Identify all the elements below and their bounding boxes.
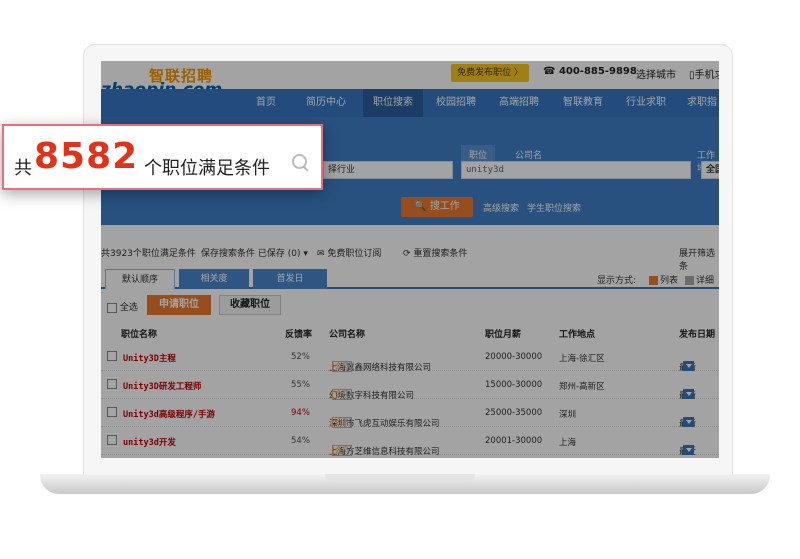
detail-icon bbox=[685, 276, 694, 285]
main-nav: 首页 简历中心 职位搜索 校园招聘 高端招聘 智联教育 行业求职 求职指 bbox=[101, 89, 719, 117]
callout-suffix: 个职位满足条件 bbox=[144, 158, 270, 179]
expand-arrow-icon[interactable] bbox=[683, 445, 694, 455]
select-all-label: 全选 bbox=[119, 303, 138, 313]
view-list-label: 列表 bbox=[660, 276, 679, 286]
city-select[interactable]: 选择城市 bbox=[636, 66, 676, 81]
table-row[interactable]: Unity3D主程 52% 上海冀鑫网络科技有限公司 会员 20000-30000… bbox=[101, 343, 719, 373]
row-checkbox[interactable] bbox=[107, 351, 117, 361]
col-title: 职位名称 bbox=[121, 330, 158, 340]
job-title-link[interactable]: Unity3d高级程序/手游 bbox=[123, 408, 215, 420]
nav-highend[interactable]: 高端招聘 bbox=[489, 89, 549, 117]
nav-campus[interactable]: 校园招聘 bbox=[426, 89, 486, 117]
post-date: 最近 bbox=[679, 436, 696, 457]
callout-prefix: 共 bbox=[14, 158, 32, 179]
salary: 15000-30000 bbox=[485, 380, 543, 390]
table-row[interactable]: Unity3D研发工程师 55% 幻境数字科技有限公司 会员 15000-3000… bbox=[101, 371, 719, 401]
industry-field[interactable]: 择行业 bbox=[323, 161, 453, 179]
hotline: ☎ 400-885-9898 bbox=[543, 66, 637, 77]
col-company: 公司名称 bbox=[329, 330, 366, 340]
post-date: 最新 bbox=[679, 352, 696, 373]
salary: 25000-35000 bbox=[485, 408, 543, 418]
expand-arrow-icon[interactable] bbox=[683, 361, 694, 371]
location: 郑州-高新区 bbox=[559, 382, 605, 392]
table-row[interactable]: unity3d开发 54% 上海方芝维信息科技有限公司 会员 20001-3000… bbox=[101, 427, 719, 457]
expand-arrow-icon[interactable] bbox=[683, 417, 694, 427]
reset-link[interactable]: ⟳ 重置搜索条件 bbox=[403, 246, 467, 259]
tab-default-order[interactable]: 默认顺序 bbox=[105, 269, 175, 289]
apply-button[interactable]: 申请职位 bbox=[147, 295, 211, 315]
subscribe-link[interactable]: ✉ 免费职位订阅 bbox=[317, 246, 381, 259]
select-all[interactable]: 全选 bbox=[107, 300, 138, 313]
feedback-rate: 55% bbox=[291, 380, 310, 390]
keyword-input[interactable]: unity3d bbox=[461, 161, 691, 179]
view-detail[interactable]: 详细 bbox=[685, 273, 714, 286]
nav-job-search[interactable]: 职位搜索 bbox=[363, 89, 423, 117]
expand-arrow-icon[interactable] bbox=[683, 389, 694, 399]
view-list[interactable]: 列表 bbox=[649, 273, 678, 286]
table-row[interactable]: Unity3d高级程序/手游 94% 深圳市飞虎互动娱乐有限公司 会员 25000… bbox=[101, 399, 719, 429]
col-date: 发布日期 bbox=[679, 330, 716, 340]
search-icon bbox=[292, 154, 308, 170]
laptop-mockup: 免费发布职位 〉 ☎ 400-885-9898 选择城市 ▯手机求 智联招聘 z… bbox=[0, 0, 800, 559]
laptop-notch bbox=[325, 474, 475, 482]
nav-education[interactable]: 智联教育 bbox=[553, 89, 613, 117]
nav-guide[interactable]: 求职指 bbox=[679, 89, 719, 117]
location: 深圳 bbox=[559, 410, 577, 420]
filter-row: 共3923个职位满足条件 保存搜索条件 已保存 (0) ▾ ✉ 免费职位订阅 ⟳… bbox=[101, 243, 719, 272]
list-icon bbox=[649, 276, 658, 285]
action-bar: 全选 申请职位 收藏职位 bbox=[101, 293, 719, 319]
col-salary: 职位月薪 bbox=[485, 330, 522, 340]
feedback-rate: 94% bbox=[291, 408, 310, 418]
callout-number: 8582 bbox=[34, 136, 139, 177]
col-location: 工作地点 bbox=[559, 330, 596, 340]
result-count-callout: 共 8582 个职位满足条件 bbox=[2, 124, 323, 190]
nav-resume[interactable]: 简历中心 bbox=[296, 89, 356, 117]
member-badge: 会员 bbox=[332, 445, 352, 456]
search-button-label: 搜工作 bbox=[429, 201, 460, 212]
favorite-button[interactable]: 收藏职位 bbox=[219, 295, 281, 315]
table-header: 职位名称 反馈率 公司名称 职位月薪 工作地点 发布日期 bbox=[101, 324, 719, 342]
salary: 20001-30000 bbox=[485, 436, 543, 446]
row-checkbox[interactable] bbox=[107, 407, 117, 417]
feedback-rate: 52% bbox=[291, 352, 310, 362]
col-rate: 反馈率 bbox=[285, 330, 313, 340]
result-count: 共3923个职位满足条件 bbox=[101, 249, 196, 259]
browser-screen: 免费发布职位 〉 ☎ 400-885-9898 选择城市 ▯手机求 智联招聘 z… bbox=[101, 61, 719, 458]
feedback-rate: 54% bbox=[291, 436, 310, 446]
campus-search-link[interactable]: 学生职位搜索 bbox=[527, 201, 581, 214]
advanced-search-link[interactable]: 高级搜索 bbox=[483, 201, 519, 214]
nav-home[interactable]: 首页 bbox=[241, 89, 291, 117]
tab-company[interactable]: 公司名 bbox=[515, 148, 542, 161]
salary: 20000-30000 bbox=[485, 352, 543, 362]
save-search-link[interactable]: 保存搜索条件 已保存 (0) ▾ bbox=[201, 246, 308, 259]
location: 上海-徐汇区 bbox=[559, 354, 605, 364]
row-checkbox[interactable] bbox=[107, 379, 117, 389]
job-title-link[interactable]: unity3d开发 bbox=[123, 436, 176, 448]
post-date: 最新 bbox=[679, 408, 696, 429]
sort-tabs: 默认顺序 相关度 首发日 显示方式: 列表 详细 bbox=[101, 267, 719, 289]
search-button[interactable]: 🔍 搜工作 bbox=[401, 197, 473, 217]
tab-relevance[interactable]: 相关度 bbox=[179, 269, 249, 289]
view-detail-label: 详细 bbox=[696, 276, 715, 286]
post-date: 最新 bbox=[679, 380, 696, 401]
location-field[interactable]: 全国 bbox=[701, 161, 719, 179]
tab-first-post[interactable]: 首发日 bbox=[253, 269, 327, 289]
job-title-link[interactable]: Unity3D主程 bbox=[123, 352, 176, 364]
job-title-link[interactable]: Unity3D研发工程师 bbox=[123, 380, 201, 392]
select-all-checkbox[interactable] bbox=[107, 302, 117, 313]
view-label: 显示方式: bbox=[597, 276, 637, 286]
location: 上海 bbox=[559, 438, 577, 448]
row-checkbox[interactable] bbox=[107, 435, 117, 445]
free-post-button[interactable]: 免费发布职位 〉 bbox=[451, 64, 529, 82]
mobile-link[interactable]: ▯手机求 bbox=[689, 66, 719, 81]
nav-industry[interactable]: 行业求职 bbox=[616, 89, 676, 117]
